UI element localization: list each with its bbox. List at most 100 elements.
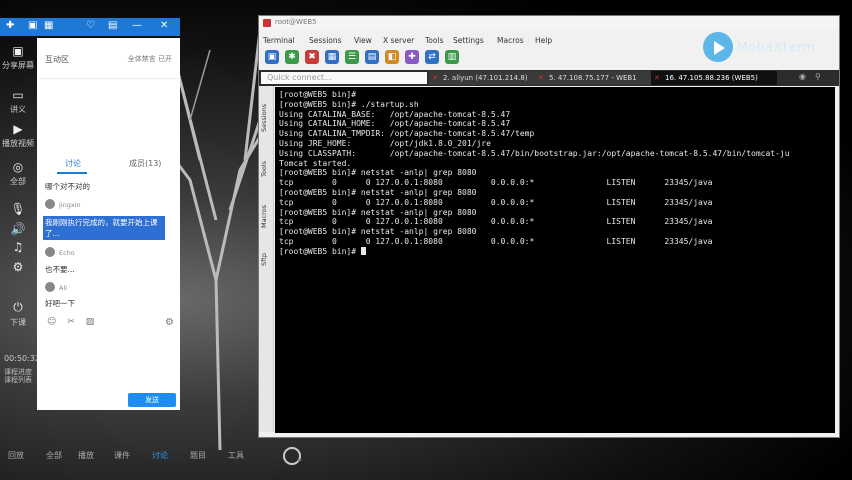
terminal-line: Using CATALINA_HOME: /opt/apache-tomcat-…	[279, 119, 511, 129]
quick-connect-input[interactable]: Quick connect...	[261, 72, 427, 84]
sessions-icon[interactable]: ☰	[345, 50, 359, 64]
terminal-output[interactable]: [root@WEB5 bin]# [root@WEB5 bin]# ./start…	[275, 87, 835, 433]
menu-xserver[interactable]: X server	[383, 36, 414, 45]
image-icon[interactable]: ▨	[86, 317, 95, 327]
taskbar-item-tools[interactable]: 工具	[228, 450, 244, 461]
chat-tools: ☺ ✂ ▨	[47, 317, 102, 327]
menu-terminal[interactable]: Terminal	[263, 36, 295, 45]
all-button[interactable]: ◎ 全部	[0, 160, 36, 187]
active-tab-indicator	[57, 172, 87, 174]
music-button[interactable]: ♫	[0, 240, 36, 256]
terminal-line: tcp 0 0 127.0.0.1:8080 0.0.0.0:* LISTEN …	[279, 197, 713, 207]
window-titlebar: root@WEB5	[259, 16, 839, 30]
app-icon	[263, 19, 271, 27]
games-icon[interactable]: ▦	[325, 50, 339, 64]
taskbar-item-questions[interactable]: 题目	[190, 450, 206, 461]
session-tab-1[interactable]: ✕ 2. aliyun (47.101.214.8)	[429, 71, 545, 85]
menu-tools[interactable]: Tools	[425, 36, 443, 45]
terminal-line: tcp 0 0 127.0.0.1:8080 0.0.0.0:* LISTEN …	[279, 217, 713, 227]
terminal-line: [root@WEB5 bin]#	[279, 90, 357, 99]
menu-sessions[interactable]: Sessions	[309, 36, 342, 45]
terminal-line: Using CLASSPATH: /opt/apache-tomcat-8.5.…	[279, 148, 790, 158]
menu-view[interactable]: View	[354, 36, 372, 45]
tunneling-icon[interactable]: ⇄	[425, 50, 439, 64]
chat-message: 好吧一下	[45, 299, 75, 308]
speaker-button[interactable]: 🔊	[0, 222, 36, 238]
slides-label: 讲义	[10, 105, 26, 114]
servers-icon[interactable]: ✱	[285, 50, 299, 64]
split-icon[interactable]: ◧	[385, 50, 399, 64]
sidebar-tab-tools[interactable]: Tools	[260, 152, 272, 186]
taskbar-item-replay[interactable]: 回放	[8, 450, 24, 461]
close-icon[interactable]: ✕	[160, 20, 168, 31]
microphone-button[interactable]: 🎙	[0, 202, 36, 218]
session-tab-label: 16. 47.105.88.236 (WEB5)	[665, 74, 758, 82]
minimize-icon[interactable]: —	[132, 20, 142, 31]
share-screen-icon: ▣	[12, 44, 24, 58]
sidebar-tab-sessions[interactable]: Sessions	[260, 90, 272, 146]
emoji-icon[interactable]: ☺	[47, 317, 56, 327]
microphone-icon: 🎙	[10, 202, 26, 216]
close-tab-icon[interactable]: ✕	[432, 71, 438, 85]
session-tab-label: 2. aliyun (47.101.214.8)	[443, 74, 528, 82]
view-icon[interactable]: ▤	[365, 50, 379, 64]
send-button[interactable]: 发送	[128, 393, 176, 407]
heart-icon[interactable]: ♡	[86, 20, 95, 31]
terminal-line: tcp 0 0 127.0.0.1:8080 0.0.0.0:* LISTEN …	[279, 236, 713, 246]
chat-username: jingxin	[59, 201, 81, 209]
play-video-button[interactable]: ▶ 播放视频	[0, 122, 36, 149]
all-label: 全部	[10, 177, 26, 186]
avatar	[45, 282, 55, 292]
logo-play-icon	[703, 32, 733, 62]
class-timer: 00:50:32	[4, 354, 40, 363]
window-icon[interactable]: ▣	[28, 20, 37, 31]
layout-icon[interactable]: ▦	[44, 20, 53, 31]
chat-header: 互动区 全体禁言 已开	[37, 38, 180, 79]
multiexec-icon[interactable]: ✚	[405, 50, 419, 64]
attach-icon[interactable]: ⚲	[815, 72, 821, 81]
terminal-cursor	[360, 247, 366, 256]
gear-icon: ⚙	[12, 260, 24, 274]
sidebar-tab-macros[interactable]: Macros	[260, 194, 272, 238]
pin-icon[interactable]: ✚	[6, 20, 14, 31]
chat-message: 哪个对不对的	[45, 182, 90, 191]
tools-icon[interactable]: ✖	[305, 50, 319, 64]
tab-members[interactable]: 成员(13)	[129, 158, 161, 169]
grid-icon[interactable]: ▤	[108, 20, 117, 31]
packages-icon[interactable]: ▥	[445, 50, 459, 64]
meeting-taskbar: 回放 全部 播放 课件 讨论 题目 工具	[0, 444, 300, 470]
chat-tabs: 讨论 成员(13)	[37, 156, 180, 174]
terminal-line: Using CATALINA_TMPDIR: /opt/apache-tomca…	[279, 129, 535, 139]
scissors-icon[interactable]: ✂	[67, 317, 75, 327]
main-toolbar: ▣ ✱ ✖ ▦ ☰ ▤ ◧ ✚ ⇄ ▥	[263, 50, 703, 68]
taskbar-item-all[interactable]: 全部	[46, 450, 62, 461]
taskbar-item-play[interactable]: 播放	[78, 450, 94, 461]
chat-settings-icon[interactable]: ⚙	[165, 317, 174, 328]
avatar	[45, 247, 55, 257]
menu-macros[interactable]: Macros	[497, 36, 524, 45]
chat-username: Ali	[59, 284, 68, 292]
slides-button[interactable]: ▭ 讲义	[0, 88, 36, 115]
session-tab-2[interactable]: ✕ 5. 47.108.75.177 - WEB1	[535, 71, 659, 85]
sidebar-tab-sftp[interactable]: Sftp	[260, 246, 272, 274]
settings-button[interactable]: ⚙	[0, 260, 36, 276]
chevron-right-icon[interactable]: ▸	[298, 455, 302, 464]
music-icon: ♫	[12, 240, 24, 254]
chat-message-highlighted: 我刚刚执行完成的，就要开始上课了...	[43, 216, 165, 240]
menu-help[interactable]: Help	[535, 36, 552, 45]
close-tab-icon[interactable]: ✕	[654, 71, 660, 85]
menu-settings[interactable]: Settings	[453, 36, 484, 45]
mute-all-status[interactable]: 全体禁言 已开	[128, 54, 172, 64]
session-tab-3-active[interactable]: ✕ 16. 47.105.88.236 (WEB5)	[651, 71, 777, 85]
speaker-icon: 🔊	[10, 222, 26, 236]
share-screen-button[interactable]: ▣ 分享屏幕	[0, 44, 36, 71]
taskbar-item-discussion[interactable]: 讨论	[152, 450, 168, 461]
tab-discussion[interactable]: 讨论	[65, 158, 81, 169]
close-tab-icon[interactable]: ✕	[538, 71, 544, 85]
logo-text: MobaXterm	[737, 40, 816, 54]
taskbar-item-courseware[interactable]: 课件	[114, 450, 130, 461]
terminal-line: [root@WEB5 bin]#	[279, 247, 831, 257]
session-icon[interactable]: ▣	[265, 50, 279, 64]
new-tab-icon[interactable]: ◉	[799, 72, 806, 81]
end-class-button[interactable]: ⏻ 下课	[0, 300, 36, 328]
